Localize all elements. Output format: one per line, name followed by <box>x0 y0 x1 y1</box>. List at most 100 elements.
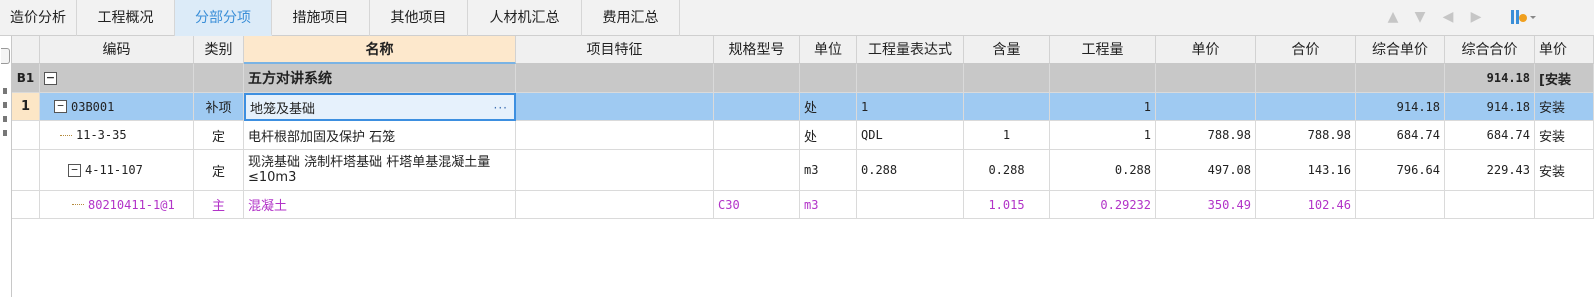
tab-sub-items[interactable]: 分部分项 <box>175 0 272 36</box>
total-price-cell[interactable] <box>1256 64 1356 93</box>
feature-cell[interactable] <box>516 191 714 219</box>
content-cell[interactable]: 1 <box>964 121 1050 150</box>
collapse-icon[interactable]: − <box>54 100 67 113</box>
unit-cell[interactable] <box>800 64 857 93</box>
quantity-cell[interactable]: 0.288 <box>1050 150 1156 191</box>
header-expression[interactable]: 工程量表达式 <box>857 36 964 64</box>
expression-cell[interactable]: 0.288 <box>857 150 964 191</box>
side-panel-strip[interactable] <box>0 36 12 297</box>
spec-cell[interactable] <box>714 150 800 191</box>
unit-cell[interactable]: 处 <box>800 121 857 150</box>
header-unit-price-2[interactable]: 单价 <box>1535 36 1594 64</box>
collapse-icon[interactable]: − <box>68 163 81 177</box>
content-cell[interactable] <box>964 93 1050 121</box>
type-cell[interactable]: 定 <box>194 121 244 150</box>
header-spec[interactable]: 规格型号 <box>714 36 800 64</box>
unit-price-cell[interactable]: 788.98 <box>1156 121 1256 150</box>
total-price-cell[interactable]: 102.46 <box>1256 191 1356 219</box>
more-options-icon[interactable]: ··· <box>494 101 508 115</box>
name-cell[interactable]: 电杆根部加固及保护 石笼 <box>244 121 516 150</box>
extra-cell[interactable]: 安装 <box>1535 93 1594 121</box>
tab-project-overview[interactable]: 工程概况 <box>77 0 175 36</box>
unit-cell[interactable]: 处 <box>800 93 857 121</box>
code-cell[interactable]: 80210411-1@1 <box>40 191 194 219</box>
comp-total-cell[interactable]: 229.43 <box>1445 150 1535 191</box>
extra-cell[interactable]: 安装 <box>1535 150 1594 191</box>
header-unit-price[interactable]: 单价 <box>1156 36 1256 64</box>
table-row[interactable]: 11-3-35 定 电杆根部加固及保护 石笼 处 QDL 1 1 788.98 … <box>12 121 1594 150</box>
spec-cell[interactable] <box>714 93 800 121</box>
quantity-cell[interactable]: 0.29232 <box>1050 191 1156 219</box>
type-cell[interactable]: 定 <box>194 150 244 191</box>
name-cell[interactable]: 五方对讲系统 <box>244 64 516 93</box>
unit-price-cell[interactable]: 350.49 <box>1156 191 1256 219</box>
type-cell[interactable] <box>194 64 244 93</box>
name-cell[interactable]: 混凝土 <box>244 191 516 219</box>
tab-labor-material-summary[interactable]: 人材机汇总 <box>468 0 582 36</box>
content-cell[interactable]: 0.288 <box>964 150 1050 191</box>
feature-cell[interactable] <box>516 150 714 191</box>
header-name[interactable]: 名称 <box>244 36 516 64</box>
arrow-right-icon[interactable]: ▶ <box>1467 8 1485 26</box>
spec-cell[interactable] <box>714 64 800 93</box>
code-cell[interactable]: − <box>40 64 194 93</box>
tab-other-items[interactable]: 其他项目 <box>370 0 468 36</box>
name-edit-cell[interactable]: 地笼及基础 ··· <box>244 93 516 121</box>
header-quantity[interactable]: 工程量 <box>1050 36 1156 64</box>
content-cell[interactable] <box>964 64 1050 93</box>
header-type[interactable]: 类别 <box>194 36 244 64</box>
type-cell[interactable]: 主 <box>194 191 244 219</box>
table-row[interactable]: B1 − 五方对讲系统 914.18 [安装 <box>12 64 1594 93</box>
unit-price-cell[interactable]: 497.08 <box>1156 150 1256 191</box>
feature-cell[interactable] <box>516 93 714 121</box>
header-code[interactable]: 编码 <box>40 36 194 64</box>
header-content[interactable]: 含量 <box>964 36 1050 64</box>
comp-unit-price-cell[interactable] <box>1356 191 1445 219</box>
quantity-cell[interactable]: 1 <box>1050 121 1156 150</box>
total-price-cell[interactable]: 143.16 <box>1256 150 1356 191</box>
expression-cell[interactable]: 1 <box>857 93 964 121</box>
extra-cell[interactable]: [安装 <box>1535 64 1594 93</box>
comp-total-cell[interactable]: 684.74 <box>1445 121 1535 150</box>
unit-cell[interactable]: m3 <box>800 150 857 191</box>
feature-cell[interactable] <box>516 64 714 93</box>
arrow-up-icon[interactable]: ▲ <box>1384 8 1402 26</box>
header-total-price[interactable]: 合价 <box>1256 36 1356 64</box>
header-comp-total[interactable]: 综合合价 <box>1445 36 1535 64</box>
total-price-cell[interactable]: 788.98 <box>1256 121 1356 150</box>
settings-icon[interactable] <box>1508 8 1538 26</box>
unit-price-cell[interactable] <box>1156 93 1256 121</box>
comp-unit-price-cell[interactable] <box>1356 64 1445 93</box>
quantity-cell[interactable]: 1 <box>1050 93 1156 121</box>
comp-unit-price-cell[interactable]: 684.74 <box>1356 121 1445 150</box>
collapse-handle[interactable] <box>1 48 10 64</box>
name-cell[interactable]: 现浇基础 浇制杆塔基础 杆塔单基混凝土量≤10m3 <box>244 150 516 191</box>
feature-cell[interactable] <box>516 121 714 150</box>
table-row[interactable]: − 4-11-107 定 现浇基础 浇制杆塔基础 杆塔单基混凝土量≤10m3 m… <box>12 150 1594 191</box>
total-price-cell[interactable] <box>1256 93 1356 121</box>
spec-cell[interactable]: C30 <box>714 191 800 219</box>
collapse-icon[interactable]: − <box>44 71 57 85</box>
comp-total-cell[interactable]: 914.18 <box>1445 93 1535 121</box>
header-feature[interactable]: 项目特征 <box>516 36 714 64</box>
comp-total-cell[interactable]: 914.18 <box>1445 64 1535 93</box>
quantity-cell[interactable] <box>1050 64 1156 93</box>
table-row[interactable]: 80210411-1@1 主 混凝土 C30 m3 1.015 0.29232 … <box>12 191 1594 219</box>
spec-cell[interactable] <box>714 121 800 150</box>
code-cell[interactable]: − 03B001 <box>40 93 194 121</box>
code-cell[interactable]: − 4-11-107 <box>40 150 194 191</box>
expression-cell[interactable] <box>857 64 964 93</box>
comp-total-cell[interactable] <box>1445 191 1535 219</box>
comp-unit-price-cell[interactable]: 796.64 <box>1356 150 1445 191</box>
extra-cell[interactable]: 安装 <box>1535 121 1594 150</box>
comp-unit-price-cell[interactable]: 914.18 <box>1356 93 1445 121</box>
arrow-down-icon[interactable]: ▼ <box>1411 8 1429 26</box>
tab-fee-summary[interactable]: 费用汇总 <box>582 0 680 36</box>
header-unit[interactable]: 单位 <box>800 36 857 64</box>
expression-cell[interactable] <box>857 191 964 219</box>
header-comp-unit-price[interactable]: 综合单价 <box>1356 36 1445 64</box>
expression-cell[interactable]: QDL <box>857 121 964 150</box>
unit-price-cell[interactable] <box>1156 64 1256 93</box>
arrow-left-icon[interactable]: ◀ <box>1439 8 1457 26</box>
table-row[interactable]: 1 − 03B001 补项 地笼及基础 ··· 处 1 1 914.18 914… <box>12 93 1594 121</box>
